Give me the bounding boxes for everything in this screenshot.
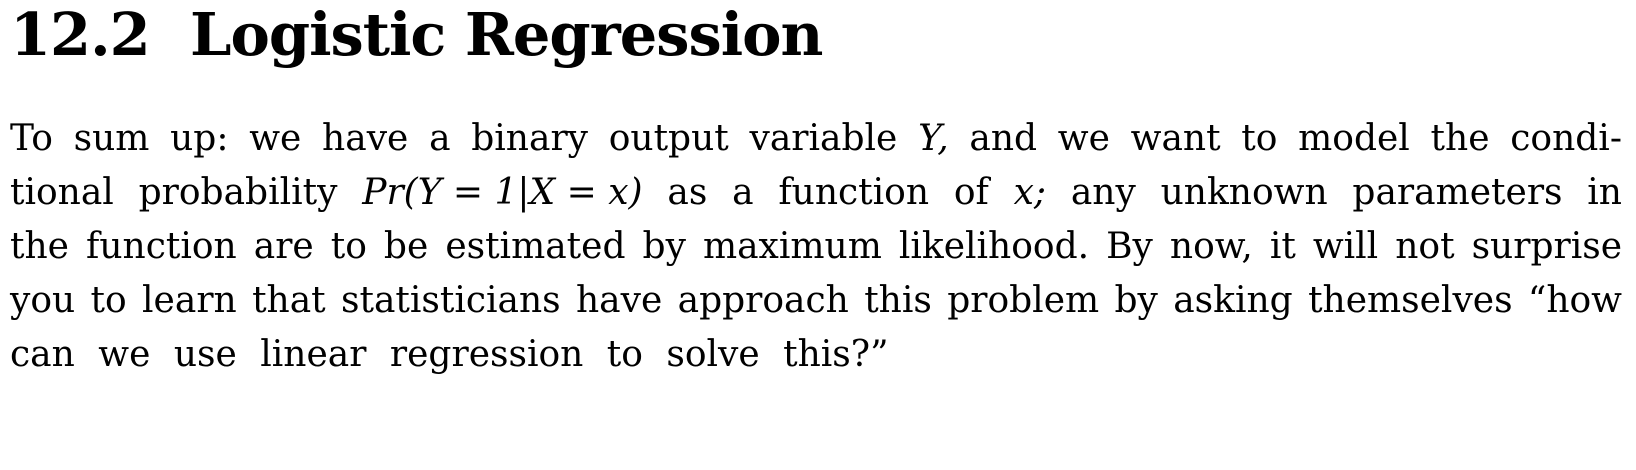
word: binary bbox=[471, 118, 589, 159]
paragraph-line-3: the function are to be estimated by maxi… bbox=[10, 220, 1622, 274]
word: want bbox=[1130, 118, 1221, 159]
word: this?” bbox=[783, 334, 889, 375]
word: “how bbox=[1527, 280, 1622, 321]
word: any bbox=[1070, 172, 1136, 213]
word: in bbox=[1587, 172, 1622, 213]
word: estimated bbox=[445, 226, 626, 267]
word: be bbox=[383, 226, 429, 267]
word: themselves bbox=[1308, 280, 1513, 321]
word: to bbox=[90, 280, 127, 321]
word: and bbox=[969, 118, 1038, 159]
word: maximum bbox=[702, 226, 882, 267]
word: by bbox=[1114, 280, 1158, 321]
word: that bbox=[252, 280, 326, 321]
word: learn bbox=[142, 280, 237, 321]
paragraph-line-1: To sum up: we have a binary output varia… bbox=[10, 112, 1622, 166]
word: linear bbox=[260, 334, 367, 375]
word: a bbox=[429, 118, 451, 159]
word: not bbox=[1395, 226, 1455, 267]
word: you bbox=[10, 280, 76, 321]
word: likelihood. bbox=[898, 226, 1090, 267]
word: output bbox=[608, 118, 729, 159]
section-number: 12.2 bbox=[10, 0, 151, 69]
word: now, bbox=[1169, 226, 1253, 267]
word: To bbox=[10, 118, 53, 159]
word: surprise bbox=[1471, 226, 1622, 267]
word: by bbox=[642, 226, 686, 267]
math-variable: x; bbox=[1013, 172, 1047, 213]
word: use bbox=[173, 334, 237, 375]
word: will bbox=[1312, 226, 1379, 267]
word: probability bbox=[138, 172, 338, 213]
word: the bbox=[1430, 118, 1490, 159]
word: solve bbox=[666, 334, 760, 375]
word: of bbox=[953, 172, 989, 213]
word: the bbox=[10, 226, 69, 267]
word: to bbox=[330, 226, 367, 267]
word: it bbox=[1269, 226, 1296, 267]
word: have bbox=[575, 280, 663, 321]
body-paragraph: To sum up: we have a binary output varia… bbox=[10, 112, 1622, 382]
math-variable: Y, bbox=[918, 118, 949, 159]
word: unknown bbox=[1160, 172, 1328, 213]
word: to bbox=[606, 334, 643, 375]
word: to bbox=[1241, 118, 1278, 159]
word: problem bbox=[947, 280, 1100, 321]
paragraph-line-4: you to learn that statisticians have app… bbox=[10, 274, 1622, 328]
section-heading: 12.2 Logistic Regression bbox=[10, 0, 823, 70]
word: we bbox=[98, 334, 151, 375]
word: model bbox=[1298, 118, 1410, 159]
paragraph-line-2: tional probability Pr(Y = 1|X = x) as a … bbox=[10, 166, 1622, 220]
word: function bbox=[86, 226, 237, 267]
word: variable bbox=[749, 118, 898, 159]
word: tional bbox=[10, 172, 114, 213]
paragraph-line-5: can we use linear regression to solve th… bbox=[10, 328, 1622, 382]
word: condi- bbox=[1510, 118, 1622, 159]
word: parameters bbox=[1352, 172, 1563, 213]
word: asking bbox=[1173, 280, 1293, 321]
word: this bbox=[864, 280, 932, 321]
word: we bbox=[1057, 118, 1110, 159]
word: as bbox=[667, 172, 708, 213]
math-expression: Pr(Y = 1|X = x) bbox=[362, 172, 643, 213]
word: function bbox=[778, 172, 930, 213]
word: a bbox=[732, 172, 754, 213]
word: up: bbox=[170, 118, 229, 159]
word: can bbox=[10, 334, 75, 375]
word: we bbox=[249, 118, 302, 159]
word: are bbox=[253, 226, 314, 267]
section-title: Logistic Regression bbox=[190, 0, 823, 69]
word: statisticians bbox=[341, 280, 561, 321]
word: sum bbox=[73, 118, 150, 159]
word: By bbox=[1106, 226, 1153, 267]
word: regression bbox=[389, 334, 584, 375]
word: have bbox=[322, 118, 409, 159]
word: approach bbox=[677, 280, 849, 321]
